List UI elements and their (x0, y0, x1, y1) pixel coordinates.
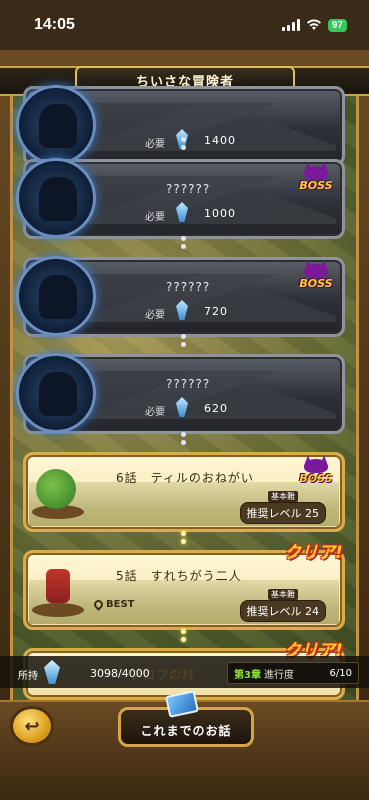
path-dots (181, 137, 186, 153)
progress-value: 6/10 (329, 667, 352, 679)
required-label: 必要 (145, 310, 165, 321)
locked-character-icon (16, 353, 96, 433)
status-icons: 97 (281, 18, 347, 32)
required-value: 720 (204, 305, 228, 318)
wifi-icon (306, 19, 321, 30)
locked-character-icon (16, 158, 96, 238)
locked-chapter-card[interactable]: ?????? 必要 720 BOSS (16, 256, 345, 337)
locked-chapter-card[interactable]: ?????? 必要 1000 BOSS (16, 158, 345, 239)
locked-chapter-card[interactable]: ?????? 必要 620 (16, 353, 345, 434)
boss-label: BOSS (299, 179, 333, 192)
path-dots (181, 432, 186, 448)
difficulty-tag: 基本難 (268, 589, 298, 600)
locked-character-icon (16, 256, 96, 336)
back-arrow-icon: ↩ (24, 715, 40, 737)
owned-value: 3098/4000 (90, 667, 150, 680)
required-label: 必要 (145, 407, 165, 418)
recommended-level: 推奨レベル 24 (239, 600, 326, 622)
required-value: 1400 (204, 134, 236, 147)
chapter-label: 第3章 (234, 669, 261, 681)
locked-chapter-title: ?????? (166, 280, 211, 294)
required-label: 必要 (145, 139, 165, 150)
demon-icon (304, 264, 328, 278)
tree-icon (32, 465, 84, 519)
episode-title: 5話 すれちがう二人 (116, 569, 242, 583)
boss-badge: BOSS (294, 264, 338, 290)
chapter-progress: 第3章 進行度 6/10 (227, 662, 359, 684)
battery-icon: 97 (327, 18, 347, 32)
clear-badge: クリア! (284, 543, 343, 563)
signal-icon (281, 19, 300, 31)
required-label: 必要 (145, 212, 165, 223)
path-dots (181, 334, 186, 350)
recommended-level: 推奨レベル 25 (239, 502, 326, 524)
hero-icon (32, 563, 84, 617)
boss-badge: BOSS (294, 459, 338, 485)
status-bar: 14:05 97 (0, 0, 369, 50)
required-value: 620 (204, 402, 228, 415)
boss-badge: BOSS (294, 166, 338, 192)
episode-card[interactable]: 6話 ティルのおねがい 基本難 推奨レベル 25 BOSS (23, 452, 345, 532)
path-dots (181, 629, 186, 645)
locked-chapter-title: ?????? (166, 182, 211, 196)
boss-label: BOSS (299, 277, 333, 290)
owned-label: 所持 (18, 671, 38, 682)
status-time: 14:05 (34, 16, 75, 33)
best-record: BEST (92, 598, 135, 611)
location-pin-icon (92, 598, 105, 611)
demon-icon (304, 166, 328, 180)
story-button-label: これまでのお話 (140, 723, 232, 738)
boss-label: BOSS (299, 472, 333, 485)
back-button[interactable]: ↩ (10, 706, 54, 746)
progress-label: 進行度 (263, 669, 294, 681)
locked-chapter-card[interactable]: 必要 1400 (16, 85, 345, 166)
required-value: 1000 (204, 207, 236, 220)
difficulty-tag: 基本難 (268, 491, 298, 502)
episode-title: 6話 ティルのおねがい (116, 471, 254, 485)
path-dots (181, 236, 186, 252)
demon-icon (304, 459, 328, 473)
locked-chapter-title: ?????? (166, 377, 211, 391)
best-label: BEST (106, 599, 135, 610)
locked-character-icon (16, 85, 96, 165)
path-dots (181, 531, 186, 547)
